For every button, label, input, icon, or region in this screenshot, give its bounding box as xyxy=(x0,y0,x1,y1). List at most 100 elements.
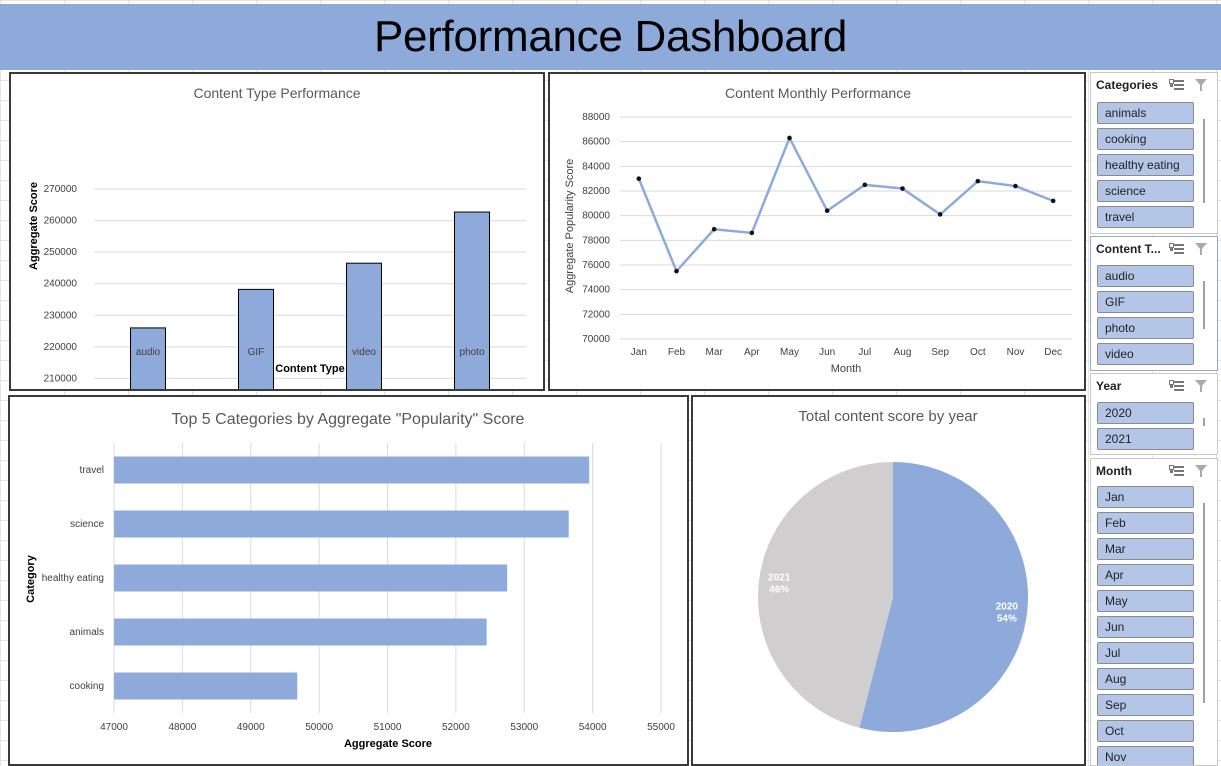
y-axis-title: Category xyxy=(25,554,37,603)
x-tick-label: 55000 xyxy=(647,722,675,733)
clear-filter-icon[interactable] xyxy=(1193,464,1211,478)
yearly-score-pie-chart: Total content score by year 202054% 202146… xyxy=(757,408,1028,732)
chart-title: Total content score by year xyxy=(798,408,977,425)
slicer-item-jun[interactable]: Jun xyxy=(1097,616,1194,638)
chart-title: Content Monthly Performance xyxy=(725,85,911,101)
y-tick-label: 84000 xyxy=(582,161,610,172)
slicer-item-2020[interactable]: 2020 xyxy=(1097,402,1194,424)
x-tick-label: 49000 xyxy=(237,722,265,733)
bar-cooking xyxy=(114,672,298,700)
pie-label-2021: 2021 xyxy=(768,573,791,584)
x-tick-label: 53000 xyxy=(510,722,538,733)
y-tick-label: animals xyxy=(70,627,104,638)
slicer-item-science[interactable]: science xyxy=(1097,180,1194,202)
slicer-item-2021[interactable]: 2021 xyxy=(1097,428,1194,450)
content-type-bar-chart: Content Type Performance2000002100002200… xyxy=(28,85,526,389)
multi-select-icon[interactable] xyxy=(1169,78,1187,92)
yearly-score-chart-panel[interactable]: Total content score by year 2020 54% 2021 46… xyxy=(691,395,1086,766)
slicer-item-video[interactable]: video xyxy=(1097,343,1194,365)
bar-science xyxy=(114,510,569,538)
data-point-apr xyxy=(749,230,755,236)
slicer-item-may[interactable]: May xyxy=(1097,590,1194,612)
y-tick-label: 80000 xyxy=(582,211,610,222)
y-axis-title: Aggregate Popularity Score xyxy=(564,159,576,294)
chart-title: Top 5 Categories by Aggregate "Popularit… xyxy=(172,411,525,428)
y-tick-label: 230000 xyxy=(44,310,78,321)
slicer-item-gif[interactable]: GIF xyxy=(1097,291,1194,313)
categories-slicer-title: Categories xyxy=(1096,78,1159,92)
bar-audio xyxy=(130,327,166,389)
content-type-chart-panel[interactable]: Content Type Performance2000002100002200… xyxy=(9,72,545,391)
slicer-item-cooking[interactable]: cooking xyxy=(1097,128,1194,150)
y-tick-label: 88000 xyxy=(582,112,610,123)
slicer-item-feb[interactable]: Feb xyxy=(1097,512,1194,534)
data-point-nov xyxy=(1013,183,1018,189)
y-tick-label: 270000 xyxy=(44,184,78,195)
dashboard-title: Performance Dashboard xyxy=(373,12,848,61)
slicer-item-audio[interactable]: audio xyxy=(1097,265,1194,287)
year-slicer[interactable]: Year 2020 2021 xyxy=(1090,373,1218,455)
monthly-line-chart: Content Monthly Performance 70000 72000 740… xyxy=(564,85,1072,375)
slicer-item-travel[interactable]: travel xyxy=(1097,206,1194,228)
series-line xyxy=(637,136,1054,273)
y-tick-label: 250000 xyxy=(44,247,78,258)
categories-slicer[interactable]: Categories animals cooking healthy eatin… xyxy=(1090,72,1218,234)
bar-gif xyxy=(238,288,274,389)
slicer-scrollbar[interactable] xyxy=(1203,503,1205,703)
data-point-jun xyxy=(824,208,830,214)
slicer-item-jul[interactable]: Jul xyxy=(1097,642,1194,664)
bar-travel xyxy=(114,456,590,484)
slicer-item-photo[interactable]: photo xyxy=(1097,317,1194,339)
month-slicer[interactable]: Month Jan Feb Mar Apr May Jun Jul Aug Se… xyxy=(1090,458,1218,766)
slicer-scrollbar[interactable] xyxy=(1203,418,1205,426)
slicer-item-mar[interactable]: Mar xyxy=(1097,538,1194,560)
y-tick-label: 260000 xyxy=(44,216,78,227)
x-tick-label: May xyxy=(780,347,799,358)
top-categories-chart-panel[interactable]: Top 5 Categories by Aggregate "Popularit… xyxy=(8,395,689,766)
monthly-performance-chart-panel[interactable]: Content Monthly Performance 70000 72000 740… xyxy=(548,72,1086,391)
x-tick-label: Dec xyxy=(1044,347,1062,358)
multi-select-icon[interactable] xyxy=(1169,379,1187,393)
y-tick-label: 76000 xyxy=(582,260,610,271)
slicer-scrollbar[interactable] xyxy=(1203,281,1205,329)
clear-filter-icon[interactable] xyxy=(1193,78,1211,92)
y-tick-label: cooking xyxy=(70,681,104,692)
x-tick-label: Nov xyxy=(1007,347,1025,358)
x-axis-title: Aggregate Score xyxy=(344,738,432,750)
bar-photo xyxy=(454,211,490,389)
slicer-item-healthy-eating[interactable]: healthy eating xyxy=(1097,154,1194,176)
y-tick-label: travel xyxy=(80,465,104,476)
x-tick-label: Oct xyxy=(970,347,986,358)
x-tick-label: Feb xyxy=(668,347,686,358)
y-axis-title: Aggregate Score xyxy=(28,182,40,270)
slicer-item-nov[interactable]: Nov xyxy=(1097,746,1194,765)
multi-select-icon[interactable] xyxy=(1169,242,1187,256)
y-tick-label: 240000 xyxy=(44,279,78,290)
data-point-mar xyxy=(711,226,717,232)
y-tick-label: 86000 xyxy=(582,137,610,148)
slicer-item-apr[interactable]: Apr xyxy=(1097,564,1194,586)
x-tick-label: 47000 xyxy=(100,722,128,733)
x-tick-label: video xyxy=(352,347,376,358)
slicer-scrollbar[interactable] xyxy=(1203,119,1205,203)
content-type-slicer[interactable]: Content T... audio GIF photo video xyxy=(1090,236,1218,371)
clear-filter-icon[interactable] xyxy=(1193,379,1211,393)
multi-select-icon[interactable] xyxy=(1169,464,1187,478)
slicer-item-sep[interactable]: Sep xyxy=(1097,694,1194,716)
slicer-item-animals[interactable]: animals xyxy=(1097,102,1194,124)
slicer-item-jan[interactable]: Jan xyxy=(1097,486,1194,508)
y-tick-label: 72000 xyxy=(582,309,610,320)
x-tick-label: Mar xyxy=(706,347,724,358)
pie-percent-2020: 54% xyxy=(997,613,1017,624)
x-tick-label: Jan xyxy=(631,347,647,358)
slicer-item-oct[interactable]: Oct xyxy=(1097,720,1194,742)
slicer-item-aug[interactable]: Aug xyxy=(1097,668,1194,690)
top-categories-bar-chart: Top 5 Categories by Aggregate "Popularit… xyxy=(25,411,675,750)
pie-percent-2021: 46% xyxy=(769,585,789,596)
x-tick-label: Jun xyxy=(819,347,835,358)
x-tick-label: photo xyxy=(459,347,484,358)
clear-filter-icon[interactable] xyxy=(1193,242,1211,256)
data-point-sep xyxy=(937,212,943,217)
x-tick-label: audio xyxy=(136,347,161,358)
x-tick-label: Sep xyxy=(931,347,949,358)
